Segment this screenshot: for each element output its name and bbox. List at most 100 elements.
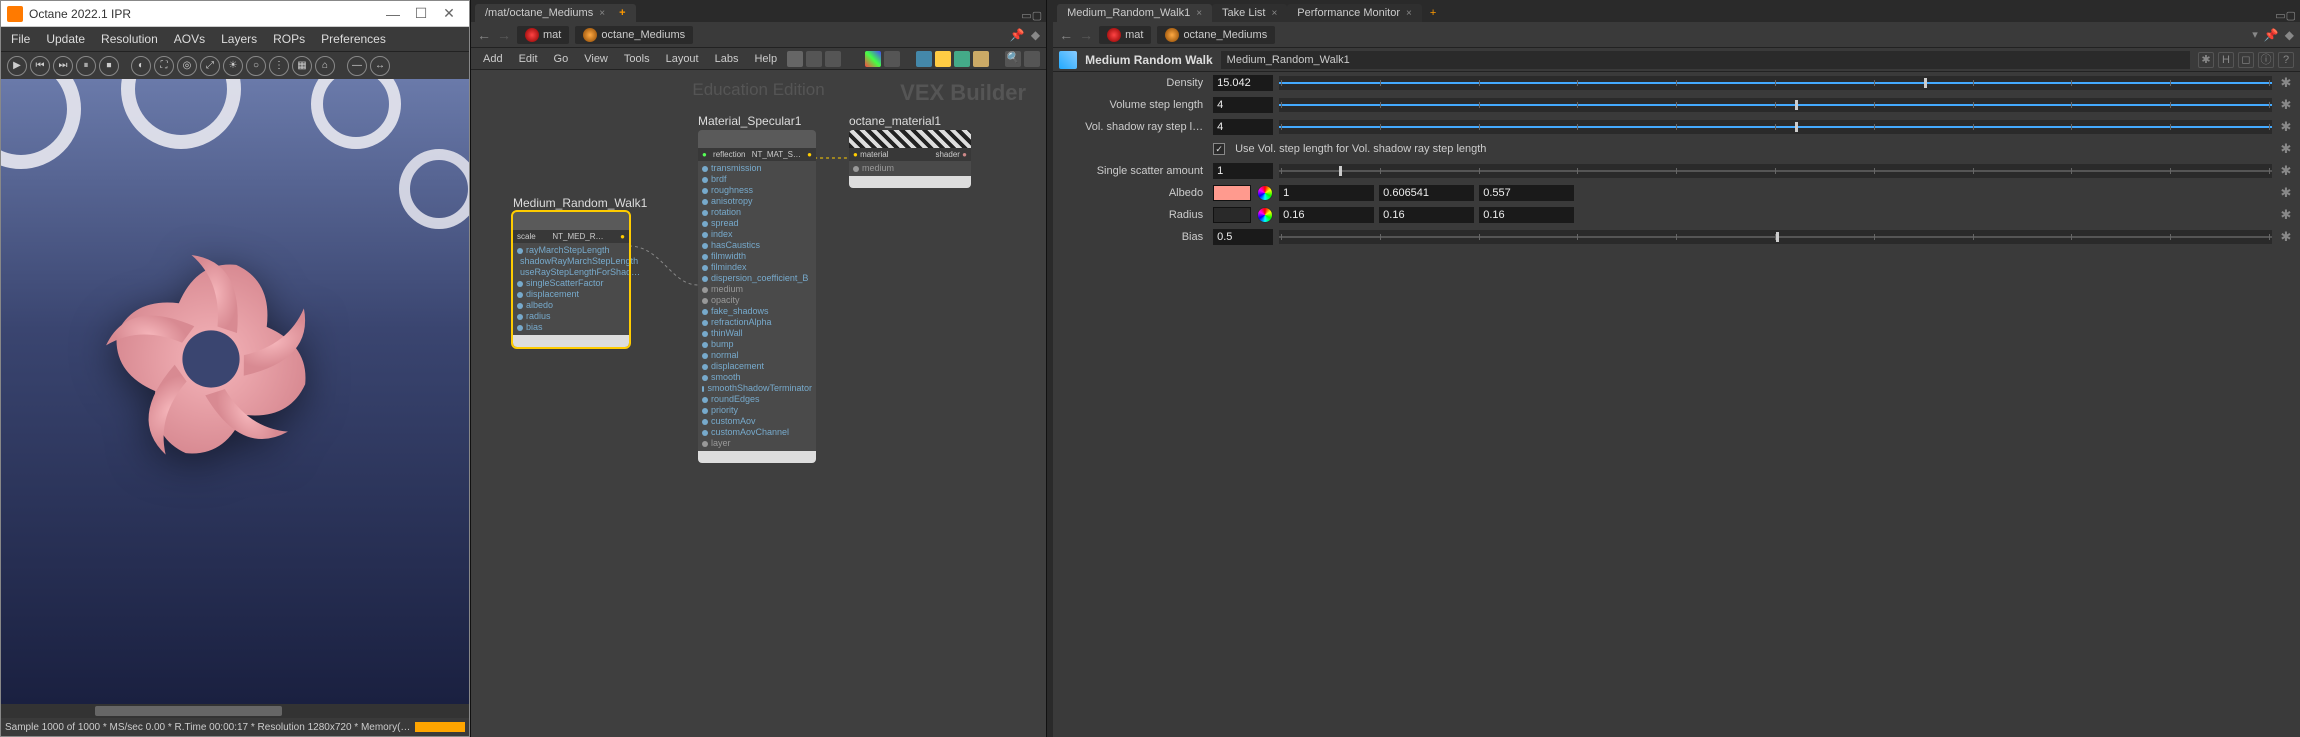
gear-icon[interactable]: ✱ [2278,119,2294,135]
lock-icon[interactable]: ◐ [131,56,151,76]
panel-min-icon[interactable]: ▭ [1021,9,1031,22]
info-icon[interactable]: ⓘ [2258,52,2274,68]
menu-add[interactable]: Add [477,51,509,67]
node-port[interactable]: displacement [517,289,625,300]
bookmark-icon[interactable]: H [2218,52,2234,68]
input-scatter[interactable] [1213,163,1273,179]
menu-tools[interactable]: Tools [618,51,656,67]
node-port[interactable]: roundEdges [702,394,812,405]
input-radius-g[interactable] [1379,207,1474,223]
tool-folder-icon[interactable] [973,51,989,67]
capture-icon[interactable]: ◆ [2285,28,2294,42]
close-icon[interactable]: × [1271,8,1277,19]
node-port[interactable]: dispersion_coefficient_B [702,273,812,284]
node-port[interactable]: medium [702,284,812,295]
node-port[interactable]: spread [702,218,812,229]
slider-vshad[interactable] [1279,120,2272,134]
tab-perfmon[interactable]: Performance Monitor× [1287,4,1422,22]
menu-preferences[interactable]: Preferences [315,30,392,48]
close-icon[interactable]: ✕ [435,5,463,22]
minimize-icon[interactable]: — [379,6,407,22]
node-port[interactable]: normal [702,350,812,361]
input-bias[interactable] [1213,229,1273,245]
menu-file[interactable]: File [5,30,36,48]
close-icon[interactable]: × [1406,8,1412,19]
input-radius-r[interactable] [1279,207,1374,223]
script-icon[interactable]: ◻ [2238,52,2254,68]
node-port[interactable]: displacement [702,361,812,372]
gear-icon[interactable]: ✱ [2278,141,2294,157]
filter-icon[interactable]: ✱ [2198,52,2214,68]
nav-fwd-icon[interactable]: → [1079,27,1093,43]
input-albedo-r[interactable] [1279,185,1374,201]
node-port[interactable]: thinWall [702,328,812,339]
gear-icon[interactable]: ✱ [2278,163,2294,179]
capture-icon[interactable]: ◆ [1031,28,1040,42]
tool-img-icon[interactable] [954,51,970,67]
tool-find-icon[interactable] [1024,51,1040,67]
node-port[interactable]: filmwidth [702,251,812,262]
close-icon[interactable]: × [1196,8,1202,19]
node-port[interactable]: refractionAlpha [702,317,812,328]
panel-min-icon[interactable]: ▭ [2275,9,2285,22]
tool-search-icon[interactable]: 🔍 [1005,51,1021,67]
tab-close-icon[interactable]: × [599,8,605,19]
render-viewport[interactable] [1,79,469,704]
swatch-radius[interactable] [1213,207,1251,223]
fit-icon[interactable]: ⛶ [154,56,174,76]
tool-list-icon[interactable] [806,51,822,67]
color-picker-icon[interactable] [1257,207,1273,223]
input-vshad[interactable] [1213,119,1273,135]
path-mat[interactable]: mat [1099,26,1151,44]
tool-grid2-icon[interactable] [884,51,900,67]
expand-icon[interactable]: ⤢ [200,56,220,76]
node-port[interactable]: index [702,229,812,240]
tool-opts-icon[interactable] [825,51,841,67]
slider-vstep[interactable] [1279,98,2272,112]
node-port[interactable]: bump [702,339,812,350]
help-icon[interactable]: ? [2278,52,2294,68]
node-port[interactable]: smooth [702,372,812,383]
node-port[interactable]: roughness [702,185,812,196]
slider-scatter[interactable] [1279,164,2272,178]
color-picker-icon[interactable] [1257,185,1273,201]
sun-icon[interactable]: ☀ [223,56,243,76]
node-name-field[interactable] [1221,51,2190,69]
menu-edit[interactable]: Edit [513,51,544,67]
node-port[interactable]: hasCaustics [702,240,812,251]
ipr-titlebar[interactable]: Octane 2022.1 IPR — ☐ ✕ [1,1,469,27]
menu-rops[interactable]: ROPs [267,30,311,48]
node-port[interactable]: radius [517,311,625,322]
swatch-albedo[interactable] [1213,185,1251,201]
path-mat[interactable]: mat [517,26,569,44]
nav-back-icon[interactable]: ← [477,27,491,43]
node-port[interactable]: anisotropy [702,196,812,207]
node-port[interactable]: brdf [702,174,812,185]
tool-save-icon[interactable] [916,51,932,67]
node-port[interactable]: opacity [702,295,812,306]
gear-icon[interactable]: ✱ [2278,229,2294,245]
gear-icon[interactable]: ✱ [2278,207,2294,223]
panel-max-icon[interactable]: ▢ [2286,9,2296,22]
gear-icon[interactable]: ✱ [2278,185,2294,201]
menu-help[interactable]: Help [748,51,783,67]
input-radius-b[interactable] [1479,207,1574,223]
node-port[interactable]: customAovChannel [702,427,812,438]
menu-update[interactable]: Update [40,30,91,48]
node-port[interactable]: fake_shadows [702,306,812,317]
nav-back-icon[interactable]: ← [1059,27,1073,43]
pause-icon[interactable]: ⏸ [76,56,96,76]
tool-grid1-icon[interactable] [865,51,881,67]
menu-layout[interactable]: Layout [660,51,705,67]
input-albedo-b[interactable] [1479,185,1574,201]
node-octane-material[interactable]: octane_material1 ● material shader ● med… [849,130,971,188]
menu-resolution[interactable]: Resolution [95,30,164,48]
node-port[interactable]: albedo [517,300,625,311]
tab-mat[interactable]: /mat/octane_Mediums × + [475,4,636,22]
menu-layers[interactable]: Layers [215,30,263,48]
menu-go[interactable]: Go [548,51,575,67]
tab-add-icon[interactable]: + [1422,4,1444,22]
nav-fwd-icon[interactable]: → [497,27,511,43]
nav-icon[interactable]: ↔ [370,56,390,76]
node-port[interactable]: shadowRayMarchStepLength [517,256,625,267]
